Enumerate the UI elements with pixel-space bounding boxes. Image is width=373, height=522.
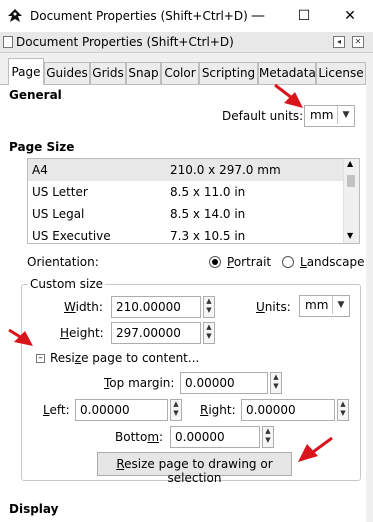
default-units-value: mm <box>310 108 334 122</box>
custom-size-legend: Custom size <box>28 277 106 291</box>
chevron-down-icon: ▼ <box>337 106 354 124</box>
inkscape-app-icon <box>8 9 22 22</box>
list-item-size: 7.3 x 10.5 in <box>170 229 246 243</box>
list-item[interactable]: US Legal 8.5 x 14.0 in <box>28 203 345 225</box>
dock-close-button[interactable]: ✕ <box>352 36 364 48</box>
height-input[interactable]: 297.00000 <box>111 322 201 344</box>
top-margin-label: Top margin: <box>104 376 175 390</box>
resize-button-label: Resize page to drawing or selection <box>116 457 273 485</box>
bottom-margin-label: Bottom: <box>115 430 164 444</box>
display-heading: Display <box>9 502 59 516</box>
general-heading: General <box>9 88 62 102</box>
tab-snap[interactable]: Snap <box>126 62 161 84</box>
default-units-select[interactable]: mm ▼ <box>304 105 355 127</box>
tab-grids[interactable]: Grids <box>90 62 126 84</box>
dock-titlebar: Document Properties (Shift+Ctrl+D) ◂ ✕ <box>0 32 373 53</box>
list-item-name: A4 <box>32 163 48 177</box>
right-margin-value: 0.00000 <box>246 403 296 417</box>
bottom-margin-value: 0.00000 <box>175 430 225 444</box>
list-scrollbar[interactable]: ▲ ▼ <box>343 159 359 243</box>
left-margin-stepper[interactable]: ▲ ▼ <box>170 399 182 421</box>
width-label: Width: <box>64 300 103 314</box>
close-button[interactable]: ✕ <box>327 0 373 32</box>
landscape-label: Landscape <box>300 255 365 269</box>
list-item[interactable]: US Executive 7.3 x 10.5 in <box>28 225 345 243</box>
list-item[interactable]: A4 210.0 x 297.0 mm <box>28 159 345 181</box>
tab-license[interactable]: License <box>316 62 366 84</box>
window-titlebar: Document Properties (Shift+Ctrl+D) — ☐ ✕ <box>0 0 373 32</box>
scroll-down-icon[interactable]: ▼ <box>347 231 353 240</box>
right-margin-input[interactable]: 0.00000 <box>241 399 335 421</box>
list-item-size: 210.0 x 297.0 mm <box>170 163 281 177</box>
portrait-radio[interactable] <box>209 256 221 268</box>
resize-expander-label[interactable]: Resize page to content... <box>50 351 199 365</box>
height-label: Height: <box>60 326 104 340</box>
tab-metadata[interactable]: Metadata <box>258 62 316 84</box>
tab-page[interactable]: Page <box>8 58 44 85</box>
chevron-down-icon: ▼ <box>332 296 349 314</box>
list-item-size: 8.5 x 11.0 in <box>170 185 246 199</box>
landscape-radio[interactable] <box>282 256 294 268</box>
tab-bar: Page Guides Grids Snap Color Scripting M… <box>0 58 373 85</box>
tab-guides[interactable]: Guides <box>44 62 90 84</box>
scroll-thumb[interactable] <box>347 175 355 187</box>
maximize-button[interactable]: ☐ <box>281 0 327 32</box>
list-item[interactable]: US Letter 8.5 x 11.0 in <box>28 181 345 203</box>
portrait-label: Portrait <box>227 255 272 269</box>
width-input[interactable]: 210.00000 <box>111 296 201 318</box>
top-margin-value: 0.00000 <box>185 376 235 390</box>
right-margin-label: Right: <box>200 403 236 417</box>
units-select[interactable]: mm ▼ <box>299 295 350 317</box>
bottom-margin-input[interactable]: 0.00000 <box>170 426 260 448</box>
document-icon <box>3 36 13 48</box>
list-item-size: 8.5 x 14.0 in <box>170 207 246 221</box>
height-stepper[interactable]: ▲ ▼ <box>203 322 215 344</box>
left-margin-value: 0.00000 <box>80 403 130 417</box>
scroll-up-icon[interactable]: ▲ <box>347 159 353 168</box>
units-label: Units: <box>256 300 291 314</box>
window-title: Document Properties (Shift+Ctrl+D) <box>30 9 248 23</box>
tab-color[interactable]: Color <box>161 62 199 84</box>
resize-to-drawing-button[interactable]: Resize page to drawing or selection <box>97 452 292 485</box>
default-units-label: Default units: <box>222 109 304 123</box>
list-item-name: US Legal <box>32 207 85 221</box>
page-size-heading: Page Size <box>9 140 75 154</box>
top-margin-input[interactable]: 0.00000 <box>180 372 268 394</box>
top-margin-stepper[interactable]: ▲ ▼ <box>270 372 282 394</box>
left-margin-label: Left: <box>43 403 70 417</box>
page-size-list[interactable]: A4 210.0 x 297.0 mm US Letter 8.5 x 11.0… <box>27 158 360 244</box>
panel-scrollbar[interactable] <box>366 84 373 521</box>
dock-title: Document Properties (Shift+Ctrl+D) <box>16 35 234 49</box>
list-item-name: US Executive <box>32 229 111 243</box>
list-item-name: US Letter <box>32 185 88 199</box>
orientation-label: Orientation: <box>27 255 99 269</box>
units-value: mm <box>305 298 329 312</box>
bottom-margin-stepper[interactable]: ▲ ▼ <box>262 426 274 448</box>
dock-iconify-button[interactable]: ◂ <box>333 36 345 48</box>
left-margin-input[interactable]: 0.00000 <box>75 399 168 421</box>
width-stepper[interactable]: ▲ ▼ <box>203 296 215 318</box>
collapse-icon[interactable]: – <box>36 354 45 363</box>
width-value: 210.00000 <box>116 300 181 314</box>
minimize-button[interactable]: — <box>235 0 281 32</box>
height-value: 297.00000 <box>116 326 181 340</box>
tab-scripting[interactable]: Scripting <box>199 62 258 84</box>
right-margin-stepper[interactable]: ▲ ▼ <box>337 399 349 421</box>
